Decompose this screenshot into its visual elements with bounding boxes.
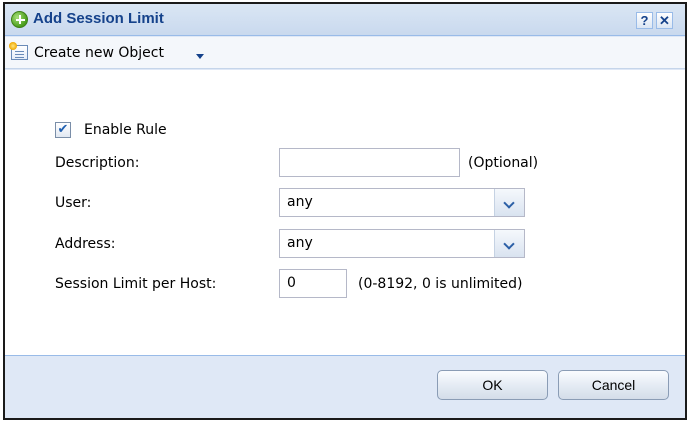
dialog-title: Add Session Limit <box>33 10 164 27</box>
description-field[interactable] <box>279 148 460 177</box>
enable-rule-label[interactable]: Enable Rule <box>84 122 167 138</box>
session-limit-field[interactable]: 0 <box>279 269 347 298</box>
help-button[interactable]: ? <box>636 12 653 29</box>
description-hint: (Optional) <box>468 155 539 171</box>
create-new-object-menu[interactable]: Create new Object <box>34 45 164 61</box>
description-label: Description: <box>55 155 140 171</box>
dialog-toolbar: Create new Object <box>5 37 685 69</box>
enable-rule-checkbox[interactable]: ✔ <box>55 122 71 138</box>
add-session-limit-dialog: Add Session Limit ? ✕ Create new Object … <box>3 2 687 420</box>
dialog-footer: OK Cancel <box>5 357 685 418</box>
ok-button[interactable]: OK <box>437 370 548 400</box>
chevron-down-icon[interactable] <box>494 230 524 257</box>
session-limit-hint: (0-8192, 0 is unlimited) <box>358 276 523 292</box>
address-select-value: any <box>287 235 313 251</box>
dialog-titlebar[interactable]: Add Session Limit ? ✕ <box>5 4 685 36</box>
user-select-value: any <box>287 194 313 210</box>
chevron-down-icon[interactable] <box>494 189 524 216</box>
chevron-down-icon[interactable] <box>196 54 204 59</box>
new-object-icon[interactable] <box>9 42 28 60</box>
address-label: Address: <box>55 236 116 252</box>
form-body: ✔ Enable Rule Description: (Optional) Us… <box>5 70 685 356</box>
session-limit-label: Session Limit per Host: <box>55 276 217 292</box>
user-select[interactable]: any <box>279 188 525 217</box>
checkmark-icon: ✔ <box>57 122 69 137</box>
add-circle-icon <box>11 11 28 28</box>
close-button[interactable]: ✕ <box>656 12 673 29</box>
cancel-button[interactable]: Cancel <box>558 370 669 400</box>
user-label: User: <box>55 195 92 211</box>
address-select[interactable]: any <box>279 229 525 258</box>
